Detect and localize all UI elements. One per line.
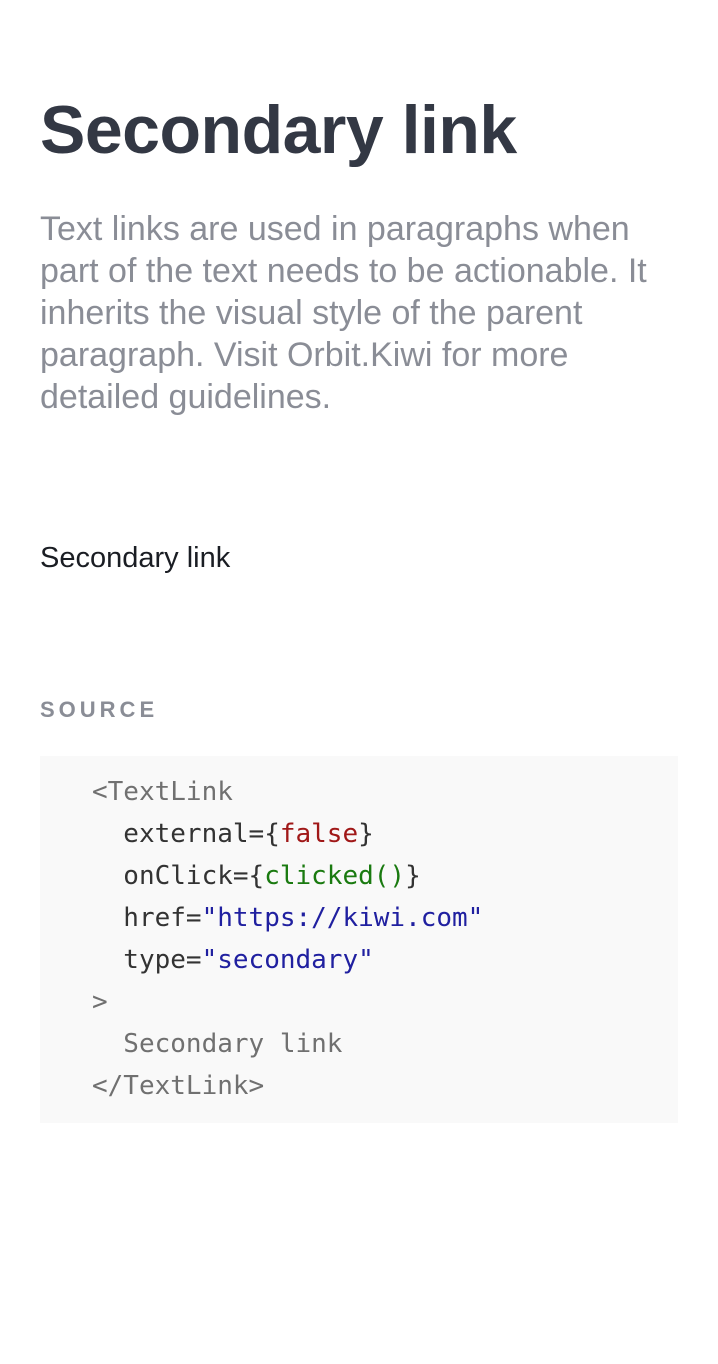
code-attr-type: type= bbox=[92, 945, 202, 975]
source-code-block: <TextLink external={false} onClick={clic… bbox=[40, 756, 678, 1123]
code-attr-external: external= bbox=[92, 819, 265, 849]
code-value-type: "secondary" bbox=[201, 945, 374, 975]
secondary-link-example[interactable]: Secondary link bbox=[40, 538, 230, 578]
code-line-onclick: onClick={clicked()} bbox=[92, 855, 483, 897]
code-open-tag: <TextLink bbox=[92, 777, 233, 807]
code-value-href: "https://kiwi.com" bbox=[201, 903, 484, 933]
code-value-onclick: clicked() bbox=[264, 861, 406, 891]
code-brace-open: { bbox=[264, 819, 280, 849]
source-heading: SOURCE bbox=[40, 697, 159, 722]
code-line-external: external={false} bbox=[92, 813, 483, 855]
code-brace-close: } bbox=[405, 861, 421, 891]
code-line-open-tag: <TextLink bbox=[92, 771, 483, 813]
source-code: <TextLink external={false} onClick={clic… bbox=[92, 771, 483, 1107]
code-line-type: type="secondary" bbox=[92, 939, 483, 981]
page-title: Secondary link bbox=[40, 92, 517, 168]
code-line-child-text: Secondary link bbox=[92, 1023, 483, 1065]
page-description: Text links are used in paragraphs when p… bbox=[40, 210, 647, 416]
code-brace-close: } bbox=[358, 819, 374, 849]
code-child-text: Secondary link bbox=[92, 1029, 343, 1059]
code-brace-open: { bbox=[248, 861, 265, 891]
code-tag-close: > bbox=[92, 987, 108, 1017]
code-line-href: href="https://kiwi.com" bbox=[92, 897, 483, 939]
code-attr-href: href= bbox=[92, 903, 202, 933]
code-attr-onclick: onClick= bbox=[92, 861, 249, 891]
code-line-tag-close: > bbox=[92, 981, 483, 1023]
code-close-tag: </TextLink> bbox=[92, 1071, 265, 1101]
code-value-external: false bbox=[279, 819, 359, 849]
code-line-close-tag: </TextLink> bbox=[92, 1065, 483, 1107]
